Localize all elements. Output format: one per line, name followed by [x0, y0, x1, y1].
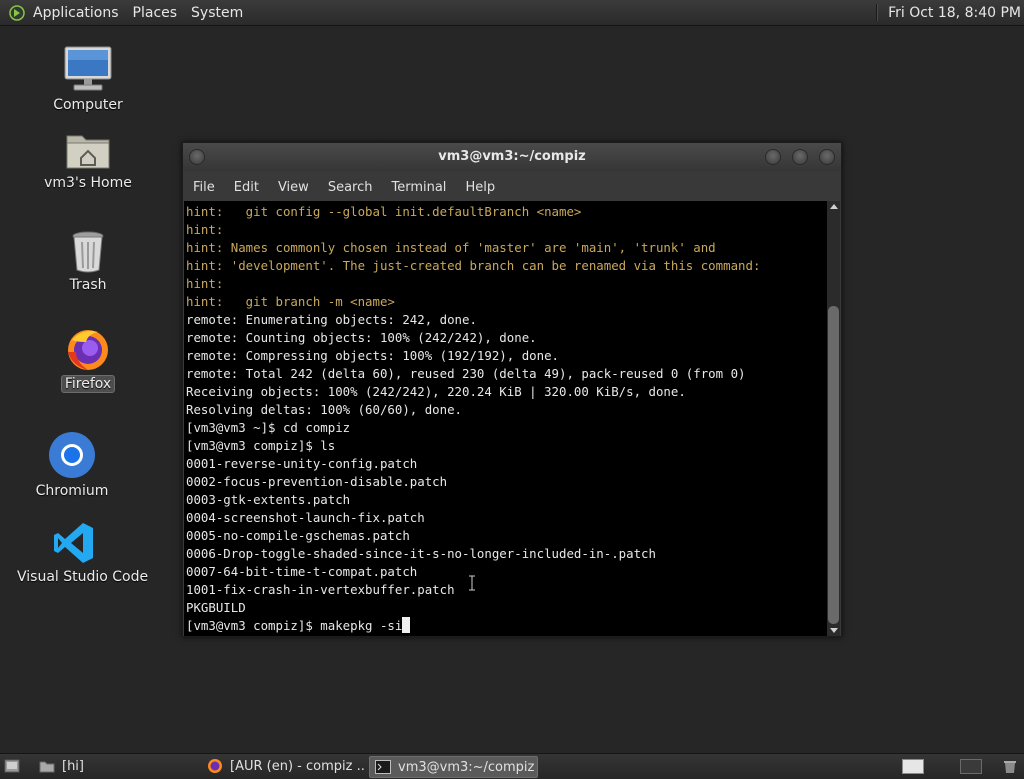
terminal-line: hint: — [186, 222, 224, 237]
taskbar-item-terminal[interactable]: vm3@vm3:~/compiz — [369, 756, 538, 778]
terminal-line: [vm3@vm3 compiz]$ ls — [186, 438, 336, 453]
computer-icon — [64, 46, 112, 91]
terminal-line: 0004-screenshot-launch-fix.patch — [186, 510, 425, 525]
terminal-line: hint: git branch -m <name> — [186, 294, 395, 309]
terminal-line: Receiving objects: 100% (242/242), 220.2… — [186, 384, 686, 399]
terminal-scrollbar[interactable] — [827, 201, 840, 636]
menu-view[interactable]: View — [268, 180, 318, 195]
desktop-icon-vscode[interactable]: Visual Studio Code — [14, 520, 148, 585]
home-folder-icon — [66, 135, 110, 169]
trash-icon — [72, 231, 104, 273]
menu-help[interactable]: Help — [455, 180, 504, 195]
applications-menu[interactable]: Applications — [33, 5, 119, 21]
terminal-line: remote: Total 242 (delta 60), reused 230… — [186, 366, 746, 381]
terminal-line: remote: Enumerating objects: 242, done. — [186, 312, 477, 327]
desktop-icon-label: Chromium — [35, 483, 109, 499]
terminal-window[interactable]: vm3@vm3:~/compiz File Edit View Search T… — [182, 142, 842, 637]
vscode-icon — [54, 523, 93, 563]
terminal-line: 0001-reverse-unity-config.patch — [186, 456, 418, 471]
taskbar-item-label: [hi] — [62, 758, 84, 774]
taskbar-item-label: vm3@vm3:~/compiz — [398, 759, 535, 775]
terminal-cursor — [402, 617, 411, 633]
firefox-icon — [68, 330, 108, 370]
desktop-icon-home[interactable]: vm3's Home — [28, 128, 148, 191]
chromium-icon — [49, 432, 95, 478]
desktop-icon-computer[interactable]: Computer — [28, 44, 148, 113]
desktop-icon-trash[interactable]: Trash — [28, 228, 148, 293]
terminal-line: hint: 'development'. The just-created br… — [186, 258, 761, 273]
terminal-line: hint: — [186, 276, 224, 291]
scroll-down-arrow-icon[interactable] — [830, 628, 838, 633]
terminal-menubar: File Edit View Search Terminal Help — [183, 175, 841, 199]
desktop-icon-chromium[interactable]: Chromium — [12, 430, 132, 499]
workspace-2-icon[interactable] — [960, 759, 982, 774]
firefox-icon — [208, 759, 222, 773]
desktop-icon-label: Visual Studio Code — [17, 569, 149, 585]
menu-edit[interactable]: Edit — [224, 180, 268, 195]
terminal-line: remote: Compressing objects: 100% (192/1… — [186, 348, 559, 363]
terminal-line: [vm3@vm3 ~]$ cd compiz — [186, 420, 351, 435]
terminal-line: hint: Names commonly chosen instead of '… — [186, 240, 716, 255]
terminal-line: 0002-focus-prevention-disable.patch — [186, 474, 448, 489]
desktop-icon-label: Trash — [69, 277, 107, 293]
window-title: vm3@vm3:~/compiz — [438, 149, 586, 164]
terminal-line: remote: Counting objects: 100% (242/242)… — [186, 330, 537, 345]
distro-logo-icon[interactable] — [9, 4, 25, 21]
clock[interactable]: Fri Oct 18, 8:40 PM — [876, 0, 1024, 25]
desktop-icon-firefox[interactable]: Firefox — [28, 326, 148, 393]
terminal-line: 0006-Drop-toggle-shaded-since-it-s-no-lo… — [186, 546, 656, 561]
desktop-icon-label: vm3's Home — [44, 175, 132, 191]
menu-search[interactable]: Search — [318, 180, 382, 195]
terminal-text: hint: git config --global init.defaultBr… — [184, 201, 827, 635]
close-button[interactable] — [819, 149, 835, 165]
terminal-line: PKGBUILD — [186, 600, 246, 615]
terminal-line: 0007-64-bit-time-t-compat.patch — [186, 564, 418, 579]
terminal-line: Resolving deltas: 100% (60/60), done. — [186, 402, 463, 417]
taskbar-item-folder[interactable]: [hi] — [34, 756, 194, 776]
folder-icon — [39, 761, 55, 772]
terminal-line: 0003-gtk-extents.patch — [186, 492, 351, 507]
taskbar-item-firefox[interactable]: [AUR (en) - compiz ... — [202, 756, 364, 776]
scroll-up-arrow-icon[interactable] — [830, 204, 838, 209]
menu-terminal[interactable]: Terminal — [381, 180, 455, 195]
window-menu-button[interactable] — [189, 149, 205, 165]
trash-applet-icon[interactable] — [1002, 760, 1018, 774]
desktop-icon-label: Computer — [53, 97, 123, 113]
text-cursor-icon — [469, 575, 475, 591]
maximize-button[interactable] — [792, 149, 808, 165]
terminal-icon — [375, 760, 391, 774]
places-menu[interactable]: Places — [133, 5, 178, 21]
taskbar-item-label: [AUR (en) - compiz ... — [230, 758, 364, 774]
minimize-button[interactable] — [765, 149, 781, 165]
terminal-line: [vm3@vm3 compiz]$ makepkg -si — [186, 617, 827, 635]
terminal-line: 1001-fix-crash-in-vertexbuffer.patch — [186, 582, 455, 597]
terminal-output[interactable]: hint: git config --global init.defaultBr… — [184, 201, 827, 636]
terminal-line: hint: git config --global init.defaultBr… — [186, 204, 582, 219]
menu-file[interactable]: File — [183, 180, 224, 195]
panel-separator — [876, 4, 879, 21]
desktop-icon-label: Firefox — [60, 375, 116, 393]
clock-text: Fri Oct 18, 8:40 PM — [888, 4, 1021, 21]
show-desktop-icon[interactable] — [4, 759, 20, 773]
top-panel: Applications Places System Fri Oct 18, 8… — [0, 0, 1024, 26]
window-titlebar[interactable]: vm3@vm3:~/compiz — [183, 143, 841, 171]
system-menu[interactable]: System — [191, 5, 243, 21]
scrollbar-thumb[interactable] — [828, 306, 839, 624]
terminal-line: 0005-no-compile-gschemas.patch — [186, 528, 410, 543]
bottom-panel: [hi] [AUR (en) - compiz ... vm3@vm3:~/co… — [0, 753, 1024, 779]
workspace-1-icon[interactable] — [902, 759, 924, 774]
